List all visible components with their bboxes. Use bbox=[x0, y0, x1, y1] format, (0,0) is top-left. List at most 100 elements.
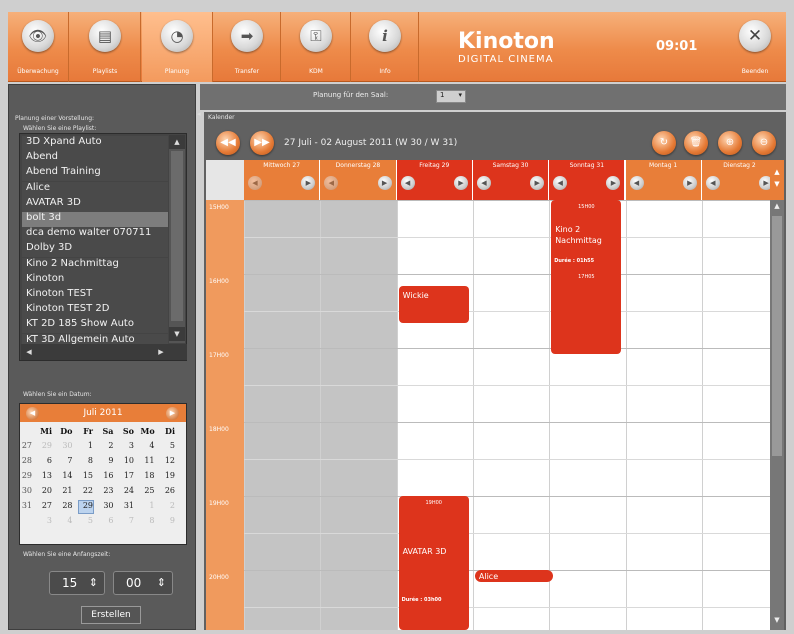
hall-select[interactable]: 1 ▾ bbox=[436, 90, 466, 103]
calendar-day[interactable]: 17 bbox=[120, 471, 134, 483]
calendar-day[interactable]: 13 bbox=[38, 471, 52, 483]
event-block[interactable]: Alice bbox=[474, 570, 554, 582]
minute-stepper[interactable]: 00 ⇕ bbox=[113, 571, 173, 595]
calendar-day[interactable]: 3 bbox=[120, 441, 134, 453]
prev-arrow-icon[interactable]: ◀ bbox=[705, 176, 720, 190]
vertical-scrollbar[interactable]: ▲ ▼ bbox=[770, 160, 784, 630]
prev-arrow-icon[interactable]: ◀ bbox=[629, 176, 644, 190]
calendar-day[interactable]: 15 bbox=[79, 471, 93, 483]
calendar-day[interactable]: 29 bbox=[38, 441, 52, 453]
calendar-day[interactable]: 2 bbox=[100, 441, 113, 453]
next-month-icon[interactable]: ▶ bbox=[166, 407, 179, 420]
day-column[interactable] bbox=[244, 200, 321, 630]
prev-arrow-icon[interactable]: ◀ bbox=[553, 176, 568, 190]
next-arrow-icon[interactable]: ▶ bbox=[377, 176, 392, 190]
playlist-item[interactable]: bolt 3d bbox=[22, 212, 168, 227]
calendar-day[interactable]: 29 bbox=[78, 500, 94, 514]
prev-arrow-icon[interactable]: ◀ bbox=[324, 176, 339, 190]
calendar-day[interactable]: 25 bbox=[141, 486, 154, 498]
zoom-out-icon[interactable]: ⊖ bbox=[752, 131, 776, 155]
scroll-up-icon[interactable]: ▲ bbox=[169, 135, 185, 149]
playlist-item[interactable]: KT 2D 185 Show Auto bbox=[22, 318, 168, 334]
calendar-day[interactable]: 21 bbox=[59, 486, 72, 498]
toolbar-button-planung[interactable]: ◔ Planung bbox=[142, 12, 212, 82]
event-block[interactable]: Wickie bbox=[398, 286, 469, 324]
playlist-item[interactable]: AVATAR 3D bbox=[22, 196, 168, 212]
collapse-icon[interactable]: ◂ bbox=[197, 110, 204, 124]
day-column[interactable] bbox=[625, 200, 702, 630]
calendar-day[interactable]: 19 bbox=[161, 471, 175, 483]
scroll-right-icon[interactable]: ▶ bbox=[153, 345, 169, 359]
prev-arrow-icon[interactable]: ◀ bbox=[400, 176, 415, 190]
calendar-day[interactable]: 4 bbox=[59, 516, 72, 528]
playlist-hscrollbar[interactable]: ◀ ▶ bbox=[21, 344, 187, 360]
header-scroll[interactable]: ▲ ▼ bbox=[770, 160, 784, 200]
calendar-day[interactable]: 16 bbox=[100, 471, 113, 483]
toolbar-button-transfer[interactable]: ➡ Transfer bbox=[214, 12, 280, 82]
toolbar-button-info[interactable]: i Info bbox=[352, 12, 418, 82]
calendar-day[interactable]: 30 bbox=[59, 441, 72, 453]
calendar-day[interactable]: 18 bbox=[141, 471, 154, 483]
calendar-day[interactable]: 30 bbox=[100, 501, 113, 513]
event-block[interactable]: 19H00 AVATAR 3D Durée : 03h00 bbox=[398, 496, 469, 630]
playlist-list[interactable]: 3D Xpand Auto Abend Abend Training Alice AVA… bbox=[19, 133, 187, 361]
next-arrow-icon[interactable]: ▶ bbox=[530, 176, 545, 190]
playlist-item[interactable]: Abend bbox=[22, 151, 168, 167]
calendar-day[interactable]: 14 bbox=[59, 471, 72, 483]
calendar-day[interactable]: 26 bbox=[161, 486, 175, 498]
week-grid[interactable]: Mittwoch 27 ◀ ▶ Donnerstag 28 ◀ ▶ Freitag 29 ◀ ▶… bbox=[206, 160, 784, 630]
calendar-day[interactable]: 31 bbox=[120, 501, 134, 513]
scroll-left-icon[interactable]: ◀ bbox=[21, 345, 37, 359]
create-button[interactable]: Erstellen bbox=[81, 606, 141, 624]
exit-button[interactable]: ✕ Beenden bbox=[726, 12, 784, 82]
scroll-down-icon[interactable]: ▼ bbox=[770, 616, 784, 624]
date-picker[interactable]: ◀ Juli 2011 ▶ Mi Do Fr Sa So Mo Di 27 29 30 1 2 3 4 5 2… bbox=[19, 403, 187, 545]
calendar-day[interactable]: 11 bbox=[141, 456, 154, 468]
calendar-day[interactable]: 20 bbox=[38, 486, 52, 498]
calendar-day[interactable]: 7 bbox=[59, 456, 72, 468]
calendar-day[interactable]: 7 bbox=[120, 516, 134, 528]
calendar-day[interactable]: 23 bbox=[100, 486, 113, 498]
calendar-day[interactable]: 27 bbox=[38, 501, 52, 513]
playlist-item[interactable]: Kinoton TEST 2D bbox=[22, 303, 168, 319]
day-column[interactable] bbox=[320, 200, 397, 630]
toolbar-button-kdm[interactable]: ⚿ KDM bbox=[282, 12, 350, 82]
toolbar-button-ueberwachung[interactable]: 👁 Überwachung bbox=[8, 12, 68, 82]
day-column[interactable] bbox=[701, 200, 779, 630]
trash-icon[interactable]: 🗑 bbox=[684, 131, 708, 155]
scroll-up-icon[interactable]: ▲ bbox=[770, 202, 784, 210]
calendar-day[interactable]: 28 bbox=[59, 501, 72, 513]
calendar-day[interactable]: 8 bbox=[79, 456, 93, 468]
calendar-day[interactable]: 9 bbox=[161, 516, 175, 528]
next-arrow-icon[interactable]: ▶ bbox=[682, 176, 697, 190]
calendar-day[interactable]: 24 bbox=[120, 486, 134, 498]
calendar-day[interactable]: 4 bbox=[141, 441, 154, 453]
toolbar-button-playlists[interactable]: ▤ Playlists bbox=[70, 12, 140, 82]
prev-arrow-icon[interactable]: ◀ bbox=[248, 176, 262, 190]
prev-month-icon[interactable]: ◀ bbox=[26, 407, 39, 420]
calendar-day[interactable]: 8 bbox=[141, 516, 154, 528]
playlist-item[interactable]: Kino 2 Nachmittag bbox=[22, 257, 168, 273]
playlist-item[interactable]: Kinoton TEST bbox=[22, 288, 168, 303]
next-arrow-icon[interactable]: ▶ bbox=[453, 176, 468, 190]
next-week-icon[interactable]: ▶▶ bbox=[250, 131, 274, 155]
calendar-day[interactable]: 2 bbox=[161, 501, 175, 513]
playlist-item[interactable]: Alice bbox=[22, 181, 168, 197]
calendar-day[interactable]: 6 bbox=[100, 516, 113, 528]
scroll-down-icon[interactable]: ▼ bbox=[169, 327, 185, 341]
next-arrow-icon[interactable]: ▶ bbox=[301, 176, 316, 190]
calendar-day[interactable]: 12 bbox=[161, 456, 175, 468]
calendar-day[interactable]: 22 bbox=[79, 486, 93, 498]
hour-stepper[interactable]: 15 ⇕ bbox=[49, 571, 105, 595]
event-block[interactable]: 15H00 Kino 2 Nachmittag Durée : 01h55 17H05 bbox=[551, 200, 622, 355]
day-column[interactable] bbox=[472, 200, 550, 630]
playlist-scrollbar[interactable]: ▲ ▼ bbox=[169, 135, 185, 343]
playlist-item[interactable]: Abend Training bbox=[22, 166, 168, 182]
playlist-item[interactable]: dca demo walter 070711 bbox=[22, 227, 168, 243]
calendar-day[interactable]: 1 bbox=[79, 441, 93, 453]
playlist-item[interactable]: Dolby 3D bbox=[22, 242, 168, 258]
calendar-day[interactable]: 6 bbox=[38, 456, 52, 468]
prev-arrow-icon[interactable]: ◀ bbox=[476, 176, 491, 190]
prev-week-icon[interactable]: ◀◀ bbox=[216, 131, 240, 155]
calendar-day[interactable]: 3 bbox=[38, 516, 52, 528]
